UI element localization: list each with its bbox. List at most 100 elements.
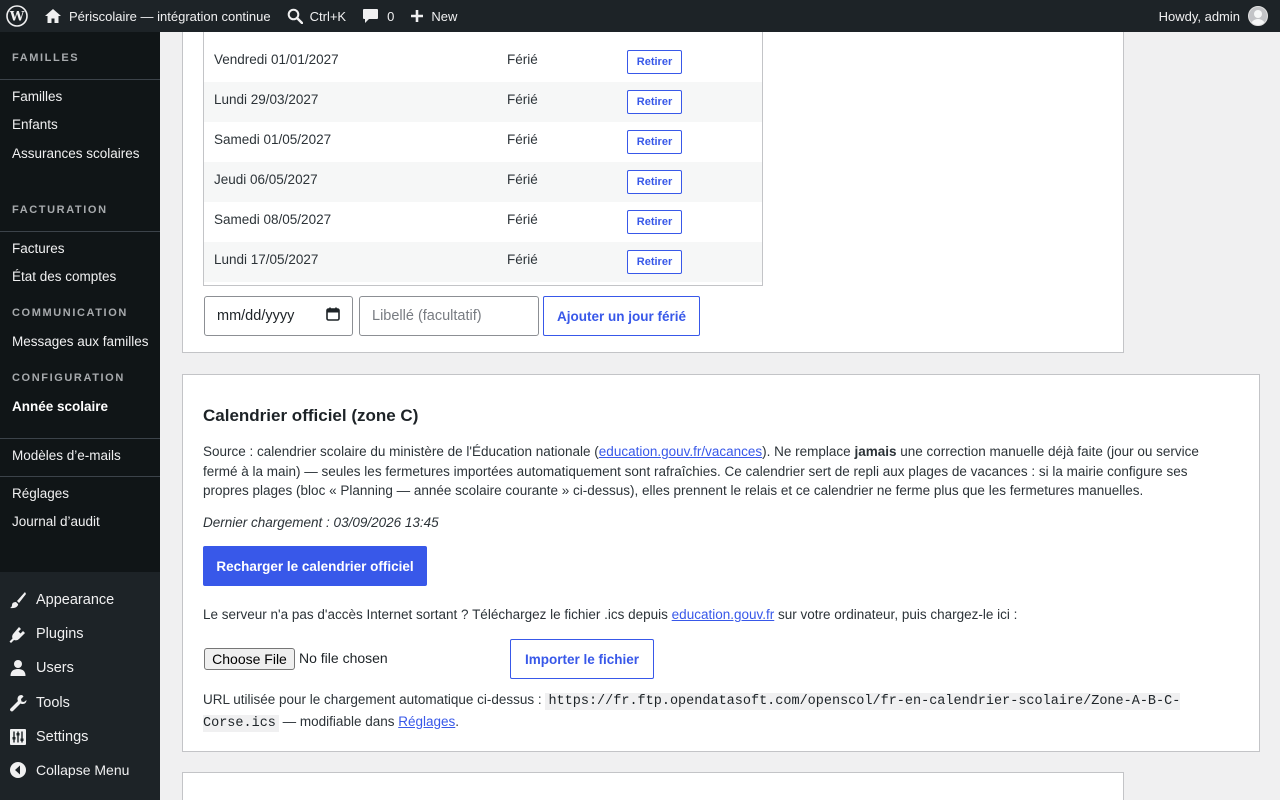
education-gouv-link[interactable]: education.gouv.fr <box>672 607 775 622</box>
next-panel <box>182 772 1124 800</box>
offline-text: sur votre ordinateur, puis chargez-le ic… <box>774 607 1018 622</box>
paintbrush-icon <box>0 591 36 609</box>
reglages-link[interactable]: Réglages <box>398 714 455 729</box>
sidebar-item-annee-scolaire[interactable]: Année scolaire <box>12 399 108 414</box>
add-holiday-button[interactable]: Ajouter un jour férié <box>543 296 700 336</box>
site-name-link[interactable]: Périscolaire — intégration continue <box>36 0 279 32</box>
table-row: Samedi 01/05/2027 Férié Retirer <box>204 122 762 162</box>
comments-link[interactable]: 0 <box>354 0 402 32</box>
holiday-type: Férié <box>507 92 538 107</box>
table-row: Lundi 29/03/2027 Férié Retirer <box>204 82 762 122</box>
menu-label: Tools <box>36 695 70 711</box>
holiday-type: Férié <box>507 172 538 187</box>
holiday-type: Férié <box>507 212 538 227</box>
search-icon <box>287 8 303 24</box>
url-info: URL utilisée pour le chargement automati… <box>203 690 1193 733</box>
sidebar-item-etat-comptes[interactable]: État des comptes <box>12 269 116 284</box>
divider <box>0 438 160 439</box>
menu-label: Users <box>36 660 74 676</box>
desc-bold: jamais <box>854 444 897 459</box>
wordpress-logo-icon[interactable]: W <box>0 0 36 32</box>
table-row: Jeudi 06/05/2027 Férié Retirer <box>204 162 762 202</box>
admin-sidebar: FAMILLES Familles Enfants Assurances sco… <box>0 32 160 800</box>
sidebar-item-familles[interactable]: Familles <box>12 89 62 104</box>
calendar-description: Source : calendrier scolaire du ministèr… <box>203 442 1233 501</box>
last-load-text: Dernier chargement : 03/09/2026 13:45 <box>203 515 439 530</box>
retirer-button[interactable]: Retirer <box>627 50 682 74</box>
holiday-type: Férié <box>507 132 538 147</box>
desc-text: ). Ne remplace <box>762 444 855 459</box>
plus-icon <box>411 10 424 22</box>
my-account[interactable]: Howdy, admin <box>1159 6 1280 26</box>
menu-settings[interactable]: Settings <box>0 720 160 754</box>
menu-tools[interactable]: Tools <box>0 686 160 720</box>
svg-text:W: W <box>9 10 25 25</box>
url-suffix: — modifiable dans <box>278 713 399 729</box>
offline-instructions: Le serveur n'a pas d'accès Internet sort… <box>203 607 1017 622</box>
section-heading-communication: COMMUNICATION <box>12 307 128 319</box>
menu-label: Plugins <box>36 626 84 642</box>
menu-appearance[interactable]: Appearance <box>0 583 160 617</box>
table-row: Vendredi 01/01/2027 Férié Retirer <box>204 42 762 82</box>
education-gouv-vacances-link[interactable]: education.gouv.fr/vacances <box>599 444 762 459</box>
table-row: Lundi 17/05/2027 Férié Retirer <box>204 242 762 282</box>
holiday-type: Férié <box>507 52 538 67</box>
retirer-button[interactable]: Retirer <box>627 170 682 194</box>
retirer-button[interactable]: Retirer <box>627 210 682 234</box>
section-title: Calendrier officiel (zone C) <box>203 406 419 425</box>
date-placeholder: mm/dd/yyyy <box>217 308 295 324</box>
wrench-icon <box>0 694 36 712</box>
reload-calendar-button[interactable]: Recharger le calendrier officiel <box>203 546 427 586</box>
search-shortcut: Ctrl+K <box>309 8 347 24</box>
calendar-icon[interactable] <box>326 307 340 325</box>
new-label: New <box>431 8 458 24</box>
divider <box>0 79 160 80</box>
holiday-date: Samedi 01/05/2027 <box>214 132 332 147</box>
sidebar-item-reglages[interactable]: Réglages <box>12 486 69 501</box>
holiday-type: Férié <box>507 252 538 267</box>
sidebar-item-factures[interactable]: Factures <box>12 241 65 256</box>
choose-file-button[interactable]: Choose File <box>204 648 295 670</box>
holiday-date: Samedi 08/05/2027 <box>214 212 332 227</box>
command-palette-button[interactable]: Ctrl+K <box>279 0 354 32</box>
avatar <box>1248 6 1268 26</box>
sidebar-item-messages[interactable]: Messages aux familles <box>12 334 149 349</box>
sidebar-item-enfants[interactable]: Enfants <box>12 117 58 132</box>
menu-users[interactable]: Users <box>0 651 160 685</box>
holidays-table: Vendredi 01/01/2027 Férié Retirer Lundi 29/… <box>203 32 763 286</box>
divider <box>0 231 160 232</box>
collapse-menu-button[interactable]: Collapse Menu <box>0 753 160 787</box>
comment-icon <box>363 9 379 23</box>
menu-plugins[interactable]: Plugins <box>0 617 160 651</box>
holiday-date: Lundi 17/05/2027 <box>214 252 319 267</box>
no-file-label: No file chosen <box>299 650 388 666</box>
new-content-button[interactable]: New <box>402 0 465 32</box>
retirer-button[interactable]: Retirer <box>627 90 682 114</box>
holiday-date: Lundi 29/03/2027 <box>214 92 319 107</box>
sidebar-item-assurances[interactable]: Assurances scolaires <box>12 146 140 161</box>
holiday-date: Vendredi 01/01/2027 <box>214 52 339 67</box>
user-icon <box>0 659 36 677</box>
howdy-text: Howdy, admin <box>1158 8 1240 24</box>
menu-label: Appearance <box>36 592 115 608</box>
sidebar-item-modeles-emails[interactable]: Modèles d’e-mails <box>12 448 121 463</box>
menu-label: Settings <box>36 729 89 745</box>
site-name: Périscolaire — intégration continue <box>69 8 271 24</box>
retirer-button[interactable]: Retirer <box>627 250 682 274</box>
section-heading-familles: FAMILLES <box>12 52 80 64</box>
holiday-label-input[interactable] <box>359 296 539 336</box>
comments-count: 0 <box>387 8 395 24</box>
plugin-icon <box>0 625 36 643</box>
divider <box>0 476 160 477</box>
home-icon <box>45 9 61 23</box>
import-file-button[interactable]: Importer le fichier <box>510 639 654 679</box>
holiday-date: Jeudi 06/05/2027 <box>214 172 318 187</box>
holiday-date-input[interactable]: mm/dd/yyyy <box>204 296 353 336</box>
admin-bar: W Périscolaire — intégration continue Ct… <box>0 0 1280 32</box>
section-heading-configuration: CONFIGURATION <box>12 372 125 384</box>
url-label: URL utilisée pour le chargement automati… <box>203 692 546 707</box>
retirer-button[interactable]: Retirer <box>627 130 682 154</box>
period: . <box>455 713 460 729</box>
sidebar-item-journal-audit[interactable]: Journal d’audit <box>12 514 100 529</box>
menu-label: Collapse Menu <box>36 762 130 778</box>
